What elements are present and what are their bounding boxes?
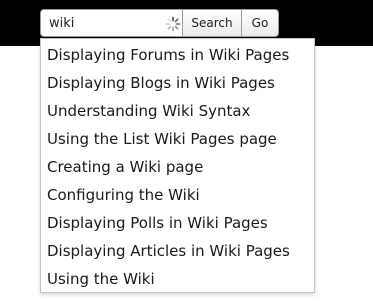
autocomplete-dropdown: Displaying Forums in Wiki Pages Displayi…: [40, 38, 315, 293]
suggestion-item[interactable]: Displaying Polls in Wiki Pages: [41, 209, 314, 237]
suggestion-item[interactable]: Displaying Articles in Wiki Pages: [41, 237, 314, 265]
suggestion-item[interactable]: Creating a Wiki page: [41, 153, 314, 181]
suggestion-item[interactable]: Displaying Blogs in Wiki Pages: [41, 69, 314, 97]
suggestion-item[interactable]: Configuring the Wiki: [41, 181, 314, 209]
suggestion-item[interactable]: Displaying Forums in Wiki Pages: [41, 41, 314, 69]
search-box: [40, 9, 183, 37]
search-button[interactable]: Search: [183, 9, 242, 37]
suggestion-item[interactable]: Using the Wiki: [41, 265, 314, 293]
go-button[interactable]: Go: [242, 9, 279, 37]
spinner-icon: [165, 16, 181, 32]
suggestion-item[interactable]: Understanding Wiki Syntax: [41, 97, 314, 125]
suggestion-item[interactable]: Using the List Wiki Pages page: [41, 125, 314, 153]
search-input[interactable]: [41, 10, 161, 36]
